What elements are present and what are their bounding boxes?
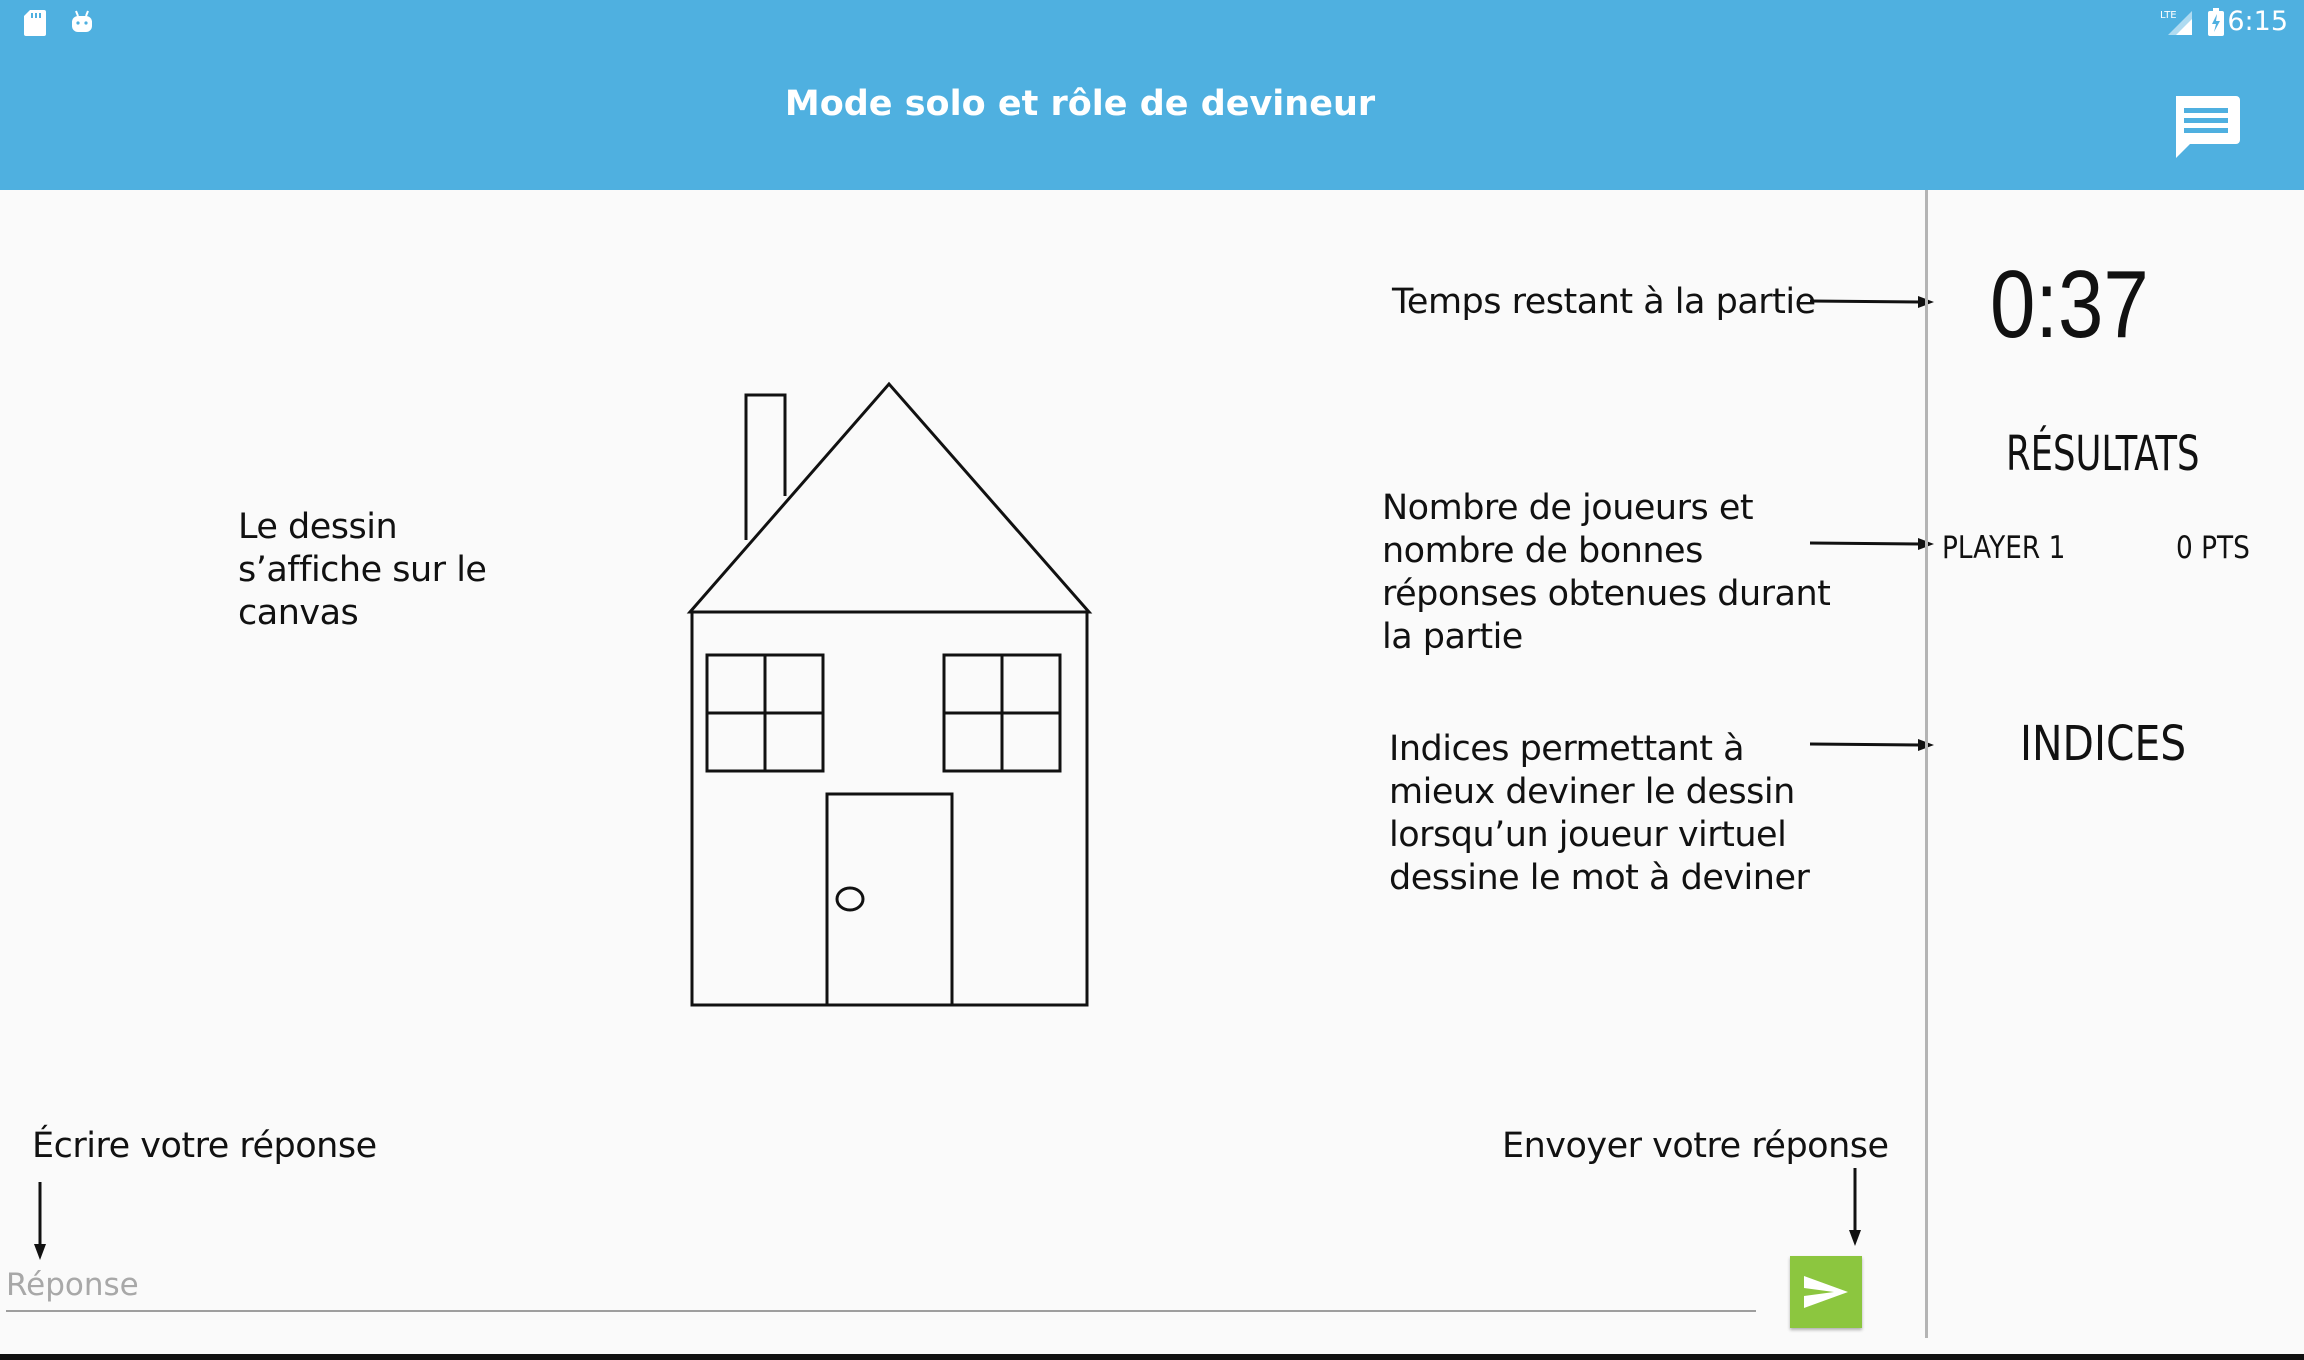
drawing-canvas — [686, 381, 1093, 1007]
lte-signal-icon: LTE — [2160, 10, 2192, 35]
players-note-line: nombre de bonnes — [1382, 531, 1703, 571]
hints-heading: INDICES — [2020, 716, 2187, 772]
timer: 0:37 — [1990, 251, 2149, 358]
hints-note-line: Indices permettant à — [1389, 729, 1745, 769]
arrow-write — [34, 1182, 46, 1260]
write-answer-note: Écrire votre réponse — [32, 1126, 377, 1166]
chat-icon — [2176, 96, 2240, 158]
hints-note-line: mieux deviner le dessin — [1389, 772, 1795, 812]
side-panel-divider — [1925, 190, 1928, 1338]
hints-note-line: dessine le mot à deviner — [1389, 858, 1810, 898]
battery-charging-icon — [2208, 8, 2224, 36]
results-heading: RÉSULTATS — [2006, 426, 2200, 482]
players-note-line: réponses obtenues durant — [1382, 574, 1831, 614]
android-icon — [72, 10, 92, 32]
canvas-note: Le dessin s’affiche sur le canvas — [238, 506, 487, 635]
bottom-edge — [0, 1354, 2304, 1360]
canvas-note-line: Le dessin — [238, 507, 398, 547]
arrow-hints — [1809, 739, 1934, 751]
send-answer-note: Envoyer votre réponse — [1502, 1126, 1889, 1166]
status-time: 6:15 — [2227, 6, 2288, 37]
players-note-line: Nombre de joueurs et — [1382, 488, 1754, 528]
arrow-timer — [1809, 296, 1934, 308]
players-note-line: la partie — [1382, 617, 1523, 657]
status-bar: LTE 6:15 — [0, 0, 2304, 44]
app-screen: LTE 6:15 Mode solo et rôle de devineur L… — [0, 0, 2304, 1360]
chat-button[interactable] — [2170, 92, 2242, 162]
send-icon — [1804, 1276, 1848, 1308]
app-title: Mode solo et rôle de devineur — [784, 84, 1376, 124]
player-name: PLAYER 1 — [1942, 530, 2066, 566]
canvas-note-line: s’affiche sur le — [238, 550, 487, 590]
app-bar: Mode solo et rôle de devineur — [0, 44, 2304, 190]
hints-note: Indices permettant à mieux deviner le de… — [1389, 728, 1810, 900]
hints-note-line: lorsqu’un joueur virtuel — [1389, 815, 1787, 855]
svg-text:LTE: LTE — [2160, 10, 2177, 21]
players-note: Nombre de joueurs et nombre de bonnes ré… — [1382, 487, 1831, 659]
timer-note: Temps restant à la partie — [1392, 282, 1816, 322]
canvas-note-line: canvas — [238, 593, 359, 633]
sd-card-icon — [24, 10, 46, 36]
player-score: 0 PTS — [2176, 530, 2250, 566]
answer-input[interactable] — [6, 1260, 1756, 1312]
house-drawing — [686, 381, 1093, 1007]
arrow-send — [1849, 1168, 1861, 1246]
send-button[interactable] — [1790, 1256, 1862, 1328]
